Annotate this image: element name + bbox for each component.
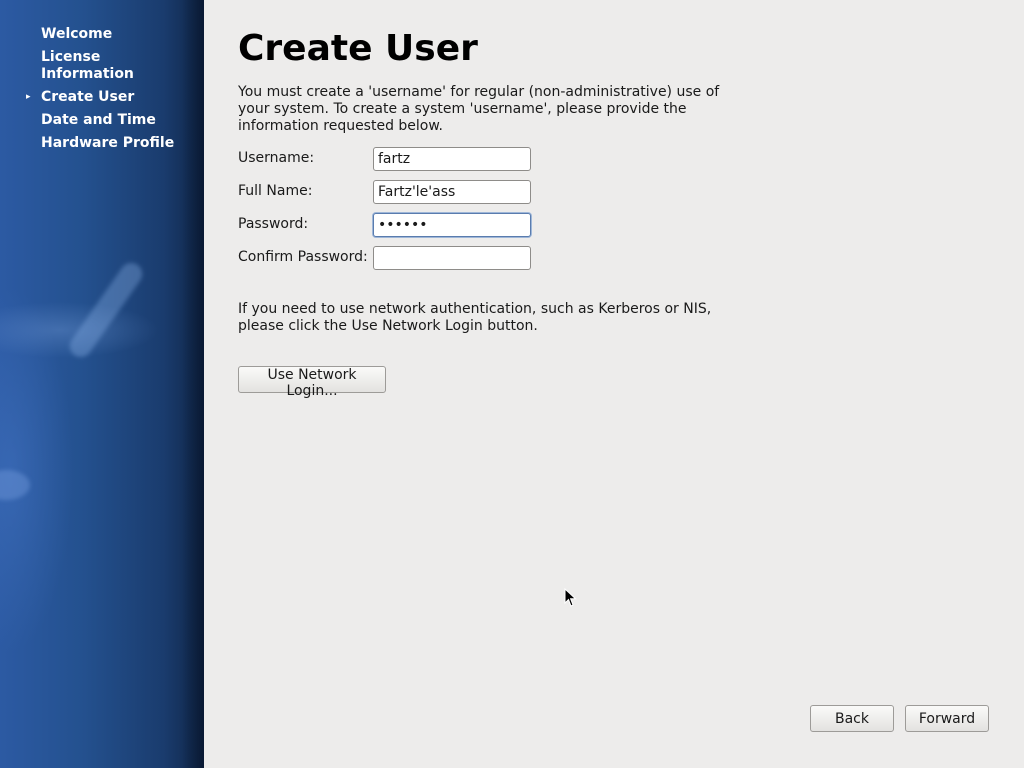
step-label: Create User: [41, 89, 135, 105]
password-label: Password:: [238, 216, 309, 232]
step-label: Date and Time: [41, 112, 156, 128]
full-name-label: Full Name:: [238, 183, 313, 199]
intro-text: You must create a 'username' for regular…: [238, 84, 720, 134]
mouse-pointer-icon: [564, 588, 577, 607]
sidebar-decoration-blob: [0, 470, 30, 500]
back-button[interactable]: Back: [810, 705, 894, 732]
sidebar-decoration: [65, 258, 147, 362]
page-title: Create User: [238, 28, 478, 69]
password-field[interactable]: [373, 213, 531, 237]
step-label: Welcome: [41, 26, 113, 42]
main-panel: Create User You must create a 'username'…: [204, 0, 1024, 768]
step-list: Welcome License Information ▸ Create Use…: [0, 26, 204, 158]
confirm-password-label: Confirm Password:: [238, 249, 368, 265]
password-row: Password:: [238, 213, 538, 237]
username-label: Username:: [238, 150, 315, 166]
network-auth-note: If you need to use network authenticatio…: [238, 301, 712, 334]
step-create-user: ▸ Create User: [0, 89, 204, 106]
full-name-field[interactable]: [373, 180, 531, 204]
current-step-arrow-icon: ▸: [26, 92, 31, 102]
step-date-and-time: Date and Time: [0, 112, 204, 129]
step-welcome: Welcome: [0, 26, 204, 43]
full-name-row: Full Name:: [238, 180, 538, 204]
sidebar: Welcome License Information ▸ Create Use…: [0, 0, 204, 768]
step-label: Hardware Profile: [41, 135, 175, 151]
username-field[interactable]: [373, 147, 531, 171]
step-license-information: License Information: [0, 49, 204, 83]
confirm-password-row: Confirm Password:: [238, 246, 538, 270]
username-row: Username:: [238, 147, 538, 171]
step-hardware-profile: Hardware Profile: [0, 135, 204, 152]
use-network-login-button[interactable]: Use Network Login...: [238, 366, 386, 399]
forward-button[interactable]: Forward: [905, 705, 989, 732]
confirm-password-field[interactable]: [373, 246, 531, 270]
step-label: License Information: [41, 49, 134, 82]
